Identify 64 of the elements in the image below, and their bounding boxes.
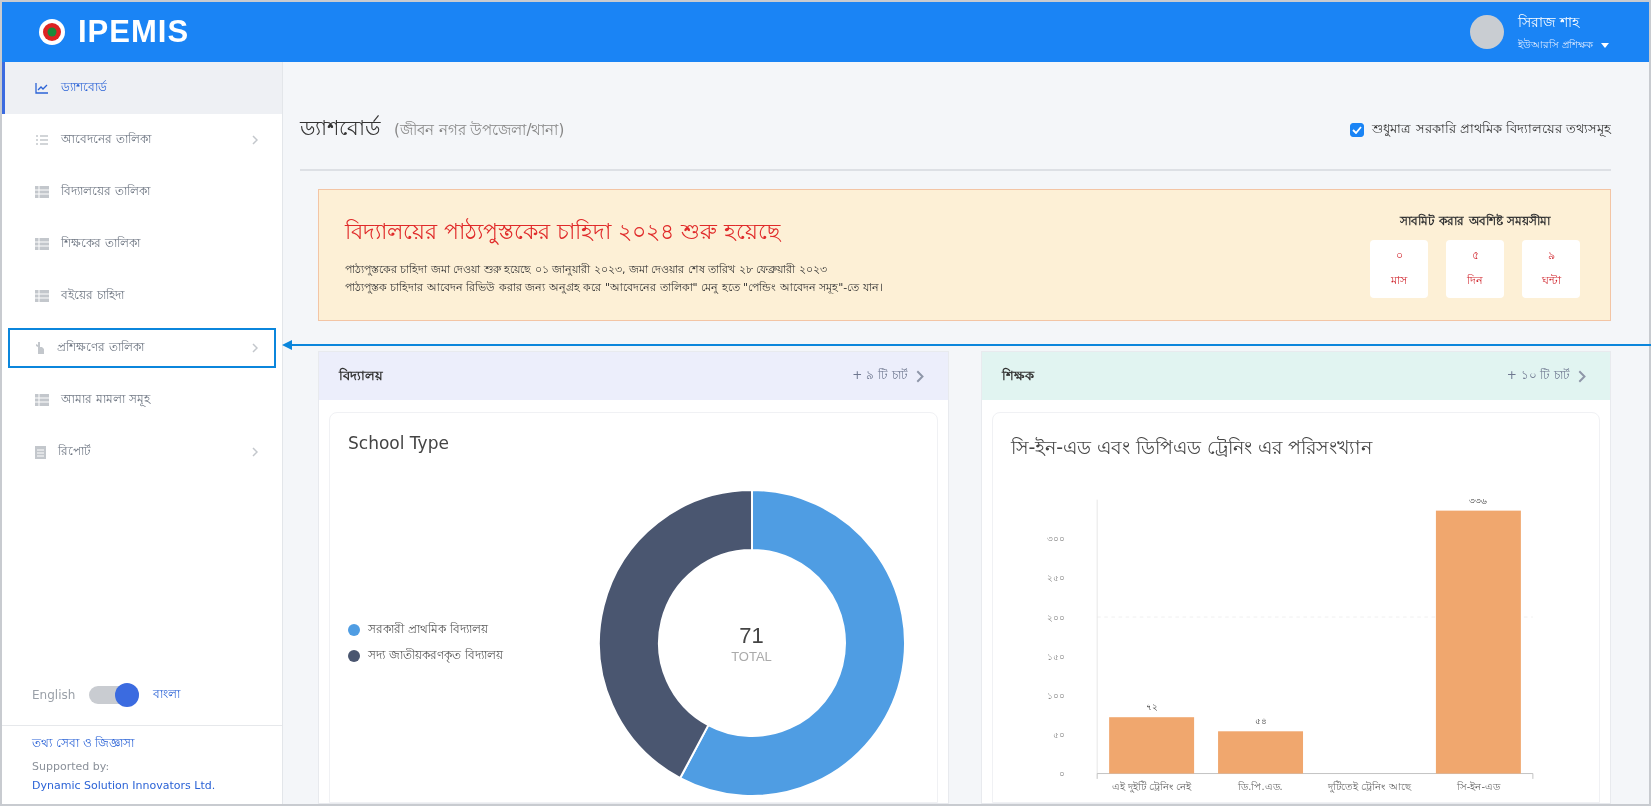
line-chart-icon [35,82,49,94]
sidebar-item[interactable]: ড্যাশবোর্ড [2,62,282,114]
table-icon [35,186,49,198]
checkbox[interactable] [1350,122,1365,137]
chevron-right-icon [1578,369,1586,383]
emblem-icon [38,18,66,46]
supported-by-label: Supported by: [32,760,111,773]
panel-title: শিক্ষক [1001,366,1034,385]
countdown-unit: মাস [1391,273,1407,289]
page-subtitle: (জীবন নগর উপজেলা/থানা) [394,120,565,141]
x-tick-label: এই দুইটি ট্রেনিং নেই [1111,780,1191,792]
value-label: ৫৪ [1254,716,1267,727]
table-icon [35,394,49,406]
chart-title: সি-ইন-এড এবং ডিপিএড ট্রেনিং এর পরিসংখ্যান [1010,435,1374,460]
table-icon [35,238,49,250]
list-icon [35,134,49,146]
more-charts-link[interactable]: + ৯ টি চার্ট [852,366,924,386]
value-label: ৭২ [1145,702,1158,713]
chevron-right-icon [252,135,258,145]
total-count: 71 [739,622,764,648]
y-tick-label: ৫০ [1052,730,1065,740]
language-option[interactable]: বাংলা [153,685,181,705]
y-tick-label: ১৫০ [1046,651,1065,662]
more-charts-link[interactable]: + ১০ টি চার্ট [1506,366,1586,386]
chevron-right-icon [252,447,258,457]
x-tick-label: সি-ইন-এড [1456,780,1500,792]
notice-text: পাঠ্যপুস্তকের চাহিদা জমা দেওয়া শুরু হয়েছে ০১ জানুয়ারী ২০২৩, জমা দেওয়ার শেষ তারিখ ২৮ ফেব্রুয়ারী ২০২৩ [345,261,828,278]
avatar [1469,15,1504,49]
y-tick-label: ৩০০ [1046,534,1065,545]
legend-label: সরকারী প্রাথমিক বিদ্যালয় [368,620,488,638]
logo-text: IPEMIS [78,14,190,50]
checkbox-label: শুধুমাত্র সরকারি প্রাথমিক বিদ্যালয়ের তথ্যসমূহ [1372,120,1611,139]
hand-icon [35,341,45,355]
countdown-unit: দিন [1467,273,1483,289]
countdown-title: সাবমিট করার অবশিষ্ট সময়সীমা [1400,212,1550,230]
y-tick-label: ২০০ [1046,612,1065,623]
legend-label: সদ্য জাতীয়করণকৃত বিদ্যালয় [368,646,503,665]
chevron-right-icon [915,369,924,383]
table-icon [35,290,49,302]
language-option[interactable]: English [32,688,76,702]
countdown-value: ৫ [1471,248,1479,264]
user-role: ইউআরসি প্রশিক্ষক [1517,37,1593,52]
y-tick-label: ১০০ [1046,690,1065,701]
countdown-value: ৯ [1547,248,1555,264]
x-tick-label: ডি.পি.এড. [1237,780,1283,792]
x-tick-label: দুটিতেই ট্রেনিং আছে [1327,780,1411,792]
help-link[interactable]: তথ্য সেবা ও জিজ্ঞাসা [32,734,252,754]
language-toggle[interactable] [89,686,140,704]
countdown-value: ০ [1395,248,1403,264]
notice-title: বিদ্যালয়ের পাঠ্যপুস্তকের চাহিদা ২০২৪ শুরু হয়েছে [345,217,782,247]
countdown-unit: ঘন্টা [1541,273,1561,289]
value-label: ৩৩৬ [1468,495,1487,506]
chart-title: School Type [348,433,450,453]
total-label: TOTAL [731,648,772,663]
company-link[interactable]: Dynamic Solution Innovators Ltd. [32,779,252,792]
panel-title: বিদ্যালয় [339,366,383,385]
user-name: সিরাজ শাহ [1517,12,1581,32]
caret-icon[interactable] [1601,42,1609,48]
page-title: ড্যাশবোর্ড [300,114,380,142]
clipboard-icon [35,445,46,459]
y-tick-label: ২৫০ [1046,573,1065,584]
chevron-right-icon [252,343,258,353]
notice-text: পাঠ্যপুস্তক চাহিদার আবেদন রিভিউ করার জন্য অনুগ্রহ করে "আবেদনের তালিকা" মেনু হতে "পেন্ডিং আবেদন সমূহ"-তে যান। [345,279,883,296]
y-tick-label: ০ [1058,769,1065,780]
